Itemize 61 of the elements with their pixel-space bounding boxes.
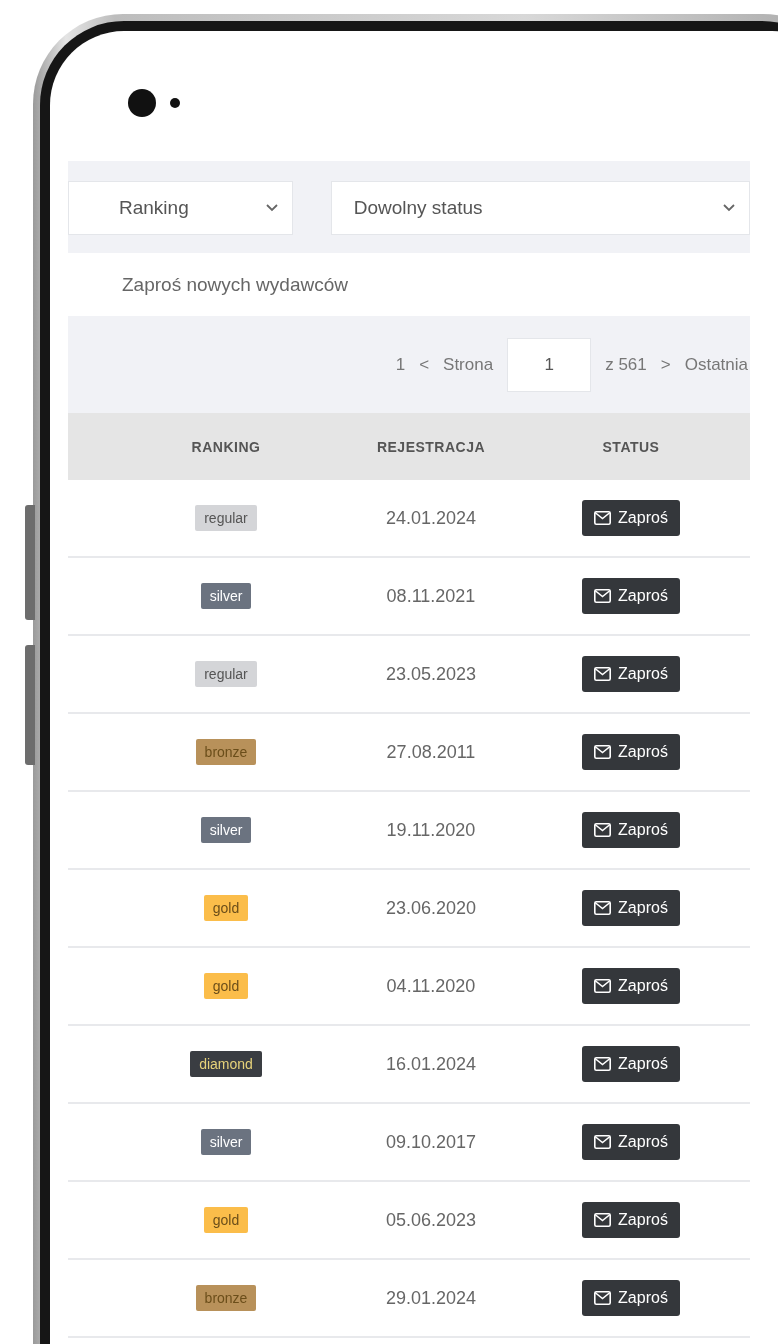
invite-link[interactable]: Zaproś nowych wydawców — [122, 273, 348, 296]
registration-date: 04.11.2020 — [386, 975, 476, 997]
invite-button[interactable]: Zaproś — [582, 1202, 680, 1238]
invite-button[interactable]: Zaproś — [582, 1046, 680, 1082]
envelope-icon — [594, 901, 612, 915]
page-label: Strona — [443, 354, 494, 375]
ranking-tag: bronze — [195, 739, 257, 765]
camera-sensor — [170, 98, 180, 108]
ranking-tag: diamond — [190, 1051, 262, 1077]
invite-button[interactable]: Zaproś — [582, 812, 680, 848]
invite-button[interactable]: Zaproś — [582, 1280, 680, 1316]
invite-button[interactable]: Zaproś — [582, 734, 680, 770]
invite-button[interactable]: Zaproś — [582, 578, 680, 614]
envelope-icon — [594, 1135, 612, 1149]
ranking-tag: regular — [195, 661, 257, 687]
ranking-tag: bronze — [195, 1285, 257, 1311]
page-total: z 561 — [605, 354, 647, 375]
registration-date: 23.05.2023 — [385, 663, 477, 685]
last-page-link[interactable]: Ostatnia — [684, 354, 748, 375]
invite-button[interactable]: Zaproś — [582, 500, 680, 536]
registration-date: 23.06.2020 — [385, 897, 477, 919]
column-header: STATUS — [601, 438, 661, 455]
envelope-icon — [594, 589, 612, 603]
registration-date: 24.01.2024 — [385, 507, 477, 529]
envelope-icon — [594, 1291, 612, 1305]
registration-date: 29.01.2024 — [385, 1287, 477, 1309]
envelope-icon — [594, 979, 612, 993]
first-page-link[interactable]: 1 — [395, 354, 406, 375]
registration-date: 09.10.2017 — [385, 1131, 477, 1153]
camera-lens — [128, 89, 156, 117]
registration-date: 19.11.2020 — [386, 819, 476, 841]
dropdown-select[interactable]: Ranking — [68, 181, 293, 235]
ranking-tag: regular — [195, 505, 257, 531]
chevron-down-icon — [265, 204, 278, 212]
envelope-icon — [594, 823, 612, 837]
dropdown-select[interactable]: Dowolny status — [330, 181, 750, 235]
registration-date: 08.11.2021 — [386, 585, 476, 607]
ranking-tag: silver — [200, 583, 252, 609]
page-number-field[interactable]: 1 — [507, 337, 592, 392]
registration-date: 16.01.2024 — [385, 1053, 477, 1075]
invite-button[interactable]: Zaproś — [582, 890, 680, 926]
column-header: RANKING — [190, 438, 262, 455]
invite-button[interactable]: Zaproś — [582, 1124, 680, 1160]
envelope-icon — [594, 745, 612, 759]
previous-page-link[interactable]: < — [419, 354, 430, 375]
ranking-tag: gold — [203, 895, 249, 921]
invite-button[interactable]: Zaproś — [582, 968, 680, 1004]
registration-date: 05.06.2023 — [385, 1209, 477, 1231]
envelope-icon — [594, 1213, 612, 1227]
invite-button[interactable]: Zaproś — [582, 656, 680, 692]
chevron-down-icon — [723, 204, 735, 212]
ranking-tag: gold — [203, 973, 249, 999]
envelope-icon — [594, 1057, 612, 1071]
ranking-tag: gold — [203, 1207, 249, 1233]
ranking-tag: silver — [200, 817, 252, 843]
column-header: REJESTRACJA — [375, 438, 487, 455]
envelope-icon — [594, 667, 612, 681]
envelope-icon — [594, 511, 612, 525]
next-page-link[interactable]: > — [660, 354, 671, 375]
registration-date: 27.08.2011 — [386, 741, 476, 763]
ranking-tag: silver — [200, 1129, 252, 1155]
